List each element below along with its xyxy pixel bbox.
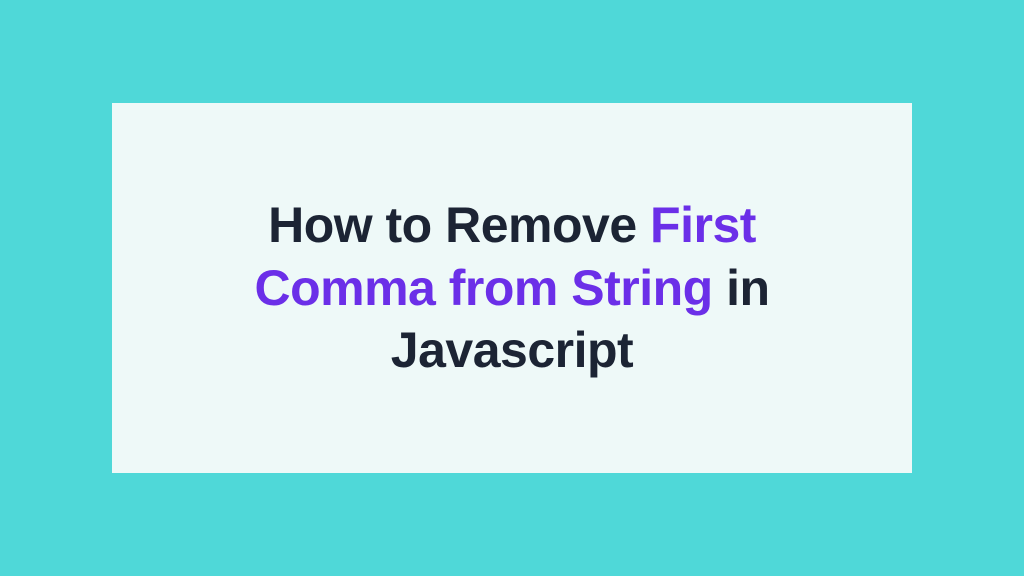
main-title: How to Remove First Comma from String in… [172,194,852,382]
title-card: How to Remove First Comma from String in… [112,103,912,473]
title-prefix: How to Remove [268,197,650,253]
